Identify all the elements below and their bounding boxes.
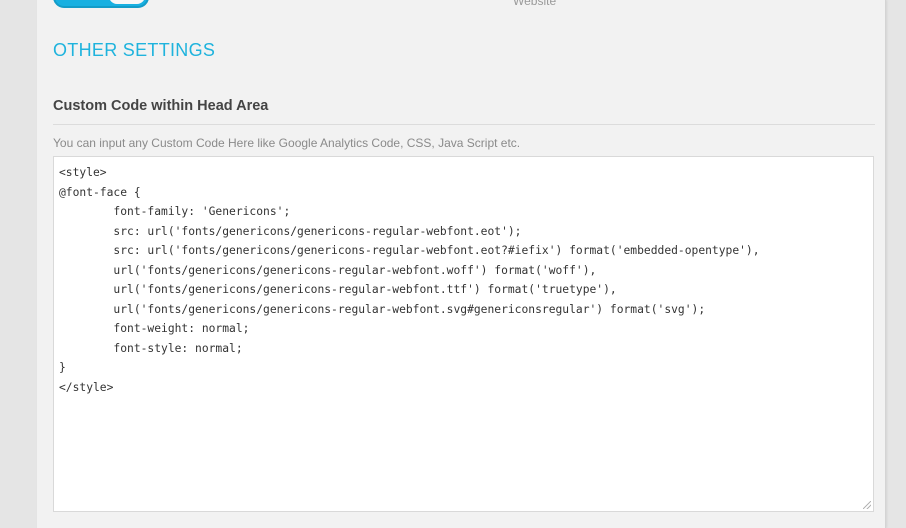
custom-code-label: Custom Code within Head Area [53,98,269,114]
code-line: </style> [59,380,114,394]
code-line: src: url('fonts/genericons/genericons-re… [59,244,760,257]
code-line: font-weight: normal; [59,322,250,335]
code-line: font-family: 'Genericons'; [59,205,291,218]
toggle-knob[interactable] [109,0,145,4]
code-line: url('fonts/genericons/genericons-regular… [59,263,597,277]
code-line: <style> [59,166,107,179]
code-line: src: url('fonts/genericons/genericons-re… [59,224,522,238]
custom-code-textarea[interactable]: <style> @font-face { font-family: 'Generi… [53,156,874,512]
code-line: url('fonts/genericons/genericons-regular… [59,302,706,316]
settings-panel: Website OTHER SETTINGS Custom Code withi… [37,0,886,528]
code-line: url('fonts/genericons/genericons-regular… [59,283,617,296]
code-line: font-style: normal; [59,341,243,355]
code-line: } [59,361,66,374]
divider [53,124,875,125]
toggle-switch[interactable] [53,0,149,8]
previous-field-caption: Website [513,0,557,8]
custom-code-help-text: You can input any Custom Code Here like … [53,136,521,150]
resize-handle-icon[interactable] [863,501,871,509]
section-title: OTHER SETTINGS [53,40,216,60]
code-line: @font-face { [59,185,141,199]
